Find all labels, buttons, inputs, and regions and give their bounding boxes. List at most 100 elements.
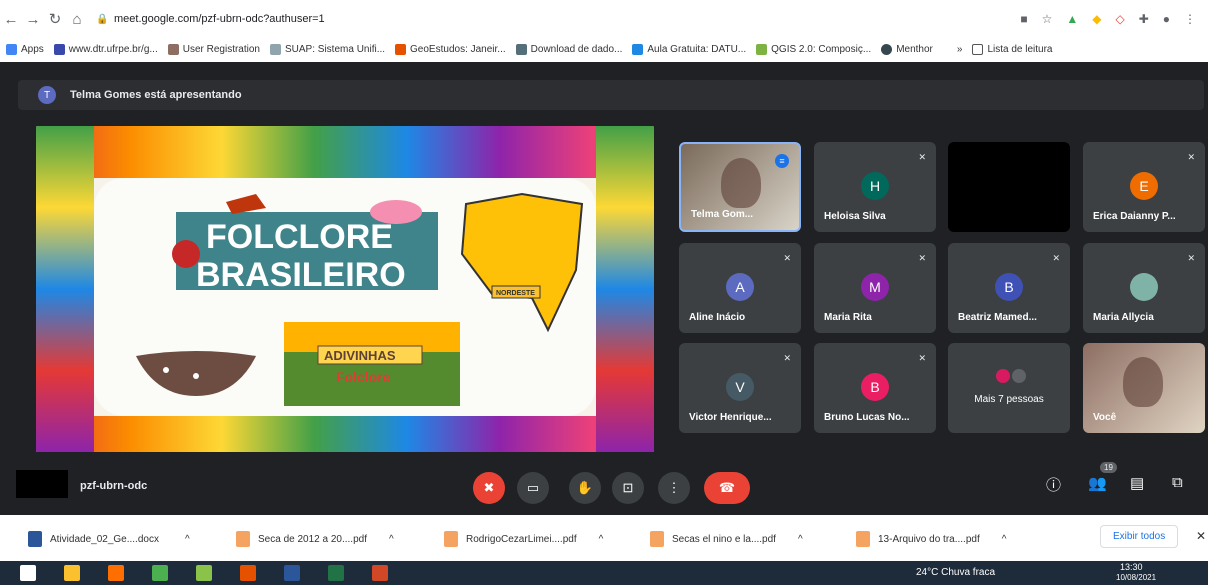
chevron-up-icon[interactable]: ^	[798, 534, 803, 545]
avatar	[1012, 369, 1026, 383]
bookmark-overflow[interactable]: »	[957, 44, 963, 55]
avatar-photo	[1130, 273, 1158, 301]
redaction	[16, 470, 68, 498]
puzzle-icon[interactable]: ✚	[1139, 12, 1149, 26]
chevron-up-icon[interactable]: ^	[185, 534, 190, 545]
slide-title-2: BRASILEIRO	[196, 256, 406, 294]
mic-muted-icon: ✕	[783, 253, 791, 263]
bookmark[interactable]: QGIS 2.0: Composiç...	[756, 43, 871, 55]
presentation-slide: FOLCLORE BRASILEIRO NORDESTE ADIVINHAS F…	[36, 126, 654, 452]
show-all-button[interactable]: Exibir todos	[1100, 525, 1179, 548]
download-item[interactable]: Secas el nino e la....pdf ^	[650, 527, 803, 551]
participant-name: Beatriz Mamed...	[958, 312, 1037, 323]
reading-list[interactable]: Lista de leitura	[972, 43, 1052, 55]
raise-hand-button[interactable]: ✋	[569, 472, 601, 504]
bookmark[interactable]: User Registration	[167, 43, 260, 55]
clock-date: 10/08/2021	[1116, 573, 1157, 582]
presenting-banner: T Telma Gomes está apresentando	[18, 80, 1204, 110]
info-icon[interactable]: ⓘ	[1046, 474, 1061, 495]
participant-tile[interactable]: ✕ Maria Allycia	[1083, 243, 1205, 333]
inset-title: ADIVINHAS	[324, 348, 396, 363]
participant-tile[interactable]: Você	[1083, 343, 1205, 433]
participant-name: Você	[1093, 412, 1117, 423]
mic-muted-icon: ✕	[918, 353, 926, 363]
file-explorer-icon[interactable]	[64, 565, 80, 581]
mic-muted-icon: ✕	[918, 253, 926, 263]
qgis-icon[interactable]	[196, 565, 212, 581]
bookmark[interactable]: GeoEstudos: Janeir...	[395, 43, 506, 55]
participant-tile[interactable]: ≡ Telma Gom...	[679, 142, 801, 232]
participant-tile[interactable]: A ✕ Aline Inácio	[679, 243, 801, 333]
bookmarks-bar: Apps www.dtr.ufrpe.br/g... User Registra…	[0, 38, 1208, 60]
download-item[interactable]: 13-Arquivo do tra....pdf ^	[856, 527, 1006, 551]
mic-muted-icon: ✕	[1187, 253, 1195, 263]
participant-tile[interactable]: B ✕ Beatriz Mamed...	[948, 243, 1070, 333]
leave-call-button[interactable]: ☎	[704, 472, 750, 504]
app-icon[interactable]	[240, 565, 256, 581]
hangup-icon: ☎	[718, 480, 736, 495]
pdf-icon	[856, 531, 870, 547]
forward-icon[interactable]: →	[22, 11, 44, 28]
mic-off-button[interactable]: ✖	[473, 472, 505, 504]
present-button[interactable]: ⊡	[612, 472, 644, 504]
bookmark[interactable]: SUAP: Sistema Unifi...	[270, 43, 385, 55]
people-icon[interactable]: 👥	[1088, 474, 1107, 492]
chevron-up-icon[interactable]: ^	[389, 534, 394, 545]
address-bar[interactable]: 🔒 meet.google.com/pzf-ubrn-odc?authuser=…	[96, 13, 816, 25]
start-icon[interactable]	[20, 565, 36, 581]
participant-tile[interactable]: M ✕ Maria Rita	[814, 243, 936, 333]
bookmark[interactable]: Aula Gratuita: DATU...	[632, 43, 746, 55]
home-icon[interactable]: ⌂	[66, 11, 88, 28]
menu-icon[interactable]: ⋮	[1184, 12, 1196, 26]
bookmark[interactable]: www.dtr.ufrpe.br/g...	[53, 43, 158, 55]
bookmark[interactable]: Menthor	[881, 43, 933, 55]
pdf-icon	[444, 531, 458, 547]
download-item[interactable]: Atividade_02_Ge....docx ^	[28, 527, 190, 551]
slide-artwork: FOLCLORE BRASILEIRO NORDESTE ADIVINHAS F…	[36, 126, 654, 452]
weather-text[interactable]: 24°C Chuva fraca	[916, 567, 995, 578]
powerpoint-icon[interactable]	[372, 565, 388, 581]
participant-tile[interactable]: B ✕ Bruno Lucas No...	[814, 343, 936, 433]
chevron-up-icon[interactable]: ^	[599, 534, 604, 545]
activities-icon[interactable]: ⧉	[1172, 474, 1183, 491]
participant-name: Heloisa Silva	[824, 211, 886, 222]
chat-icon[interactable]: ▤	[1130, 474, 1144, 492]
downloads-bar: Atividade_02_Ge....docx ^ Seca de 2012 a …	[0, 515, 1208, 561]
more-vert-icon: ⋮	[667, 480, 681, 495]
profile-icon[interactable]: ●	[1163, 12, 1170, 26]
excel-icon[interactable]	[328, 565, 344, 581]
participant-name: Maria Rita	[824, 312, 872, 323]
participant-tile[interactable]	[948, 142, 1070, 232]
people-count-badge: 19	[1100, 462, 1117, 473]
drive-icon[interactable]: ▲	[1066, 12, 1078, 26]
camera-icon[interactable]: ■	[1020, 12, 1027, 26]
download-item[interactable]: RodrigoCezarLimei....pdf ^	[444, 527, 603, 551]
close-icon[interactable]: ✕	[1196, 529, 1206, 543]
avatar-group	[996, 369, 1026, 383]
back-icon[interactable]: ←	[0, 11, 22, 28]
camera-button[interactable]: ▭	[517, 472, 549, 504]
app-icon[interactable]	[108, 565, 124, 581]
mic-off-icon: ✖	[483, 480, 495, 495]
participant-tile[interactable]: Mais 7 pessoas	[948, 343, 1070, 433]
extension-icon[interactable]: ◇	[1115, 12, 1124, 26]
participant-tile[interactable]: E ✕ Erica Daianny P...	[1083, 142, 1205, 232]
map-label: NORDESTE	[496, 290, 535, 297]
chrome-icon[interactable]	[152, 565, 168, 581]
bookmark[interactable]: Download de dado...	[515, 43, 622, 55]
participant-name: Bruno Lucas No...	[824, 412, 910, 423]
extension-icon[interactable]: ◆	[1092, 12, 1101, 26]
hand-icon: ✋	[576, 480, 594, 495]
participant-tile[interactable]: V ✕ Victor Henrique...	[679, 343, 801, 433]
bookmark[interactable]: Apps	[6, 43, 44, 55]
browser-chrome: ← → ↻ ⌂ 🔒 meet.google.com/pzf-ubrn-odc?a…	[0, 0, 1208, 62]
participant-name: Aline Inácio	[689, 312, 746, 323]
download-item[interactable]: Seca de 2012 a 20....pdf ^	[236, 527, 394, 551]
chevron-up-icon[interactable]: ^	[1002, 534, 1007, 545]
more-options-button[interactable]: ⋮	[658, 472, 690, 504]
word-icon[interactable]	[284, 565, 300, 581]
star-icon[interactable]: ☆	[1042, 12, 1053, 26]
participant-tile[interactable]: H ✕ Heloisa Silva	[814, 142, 936, 232]
participant-name: Mais 7 pessoas	[974, 394, 1044, 405]
reload-icon[interactable]: ↻	[44, 10, 66, 28]
